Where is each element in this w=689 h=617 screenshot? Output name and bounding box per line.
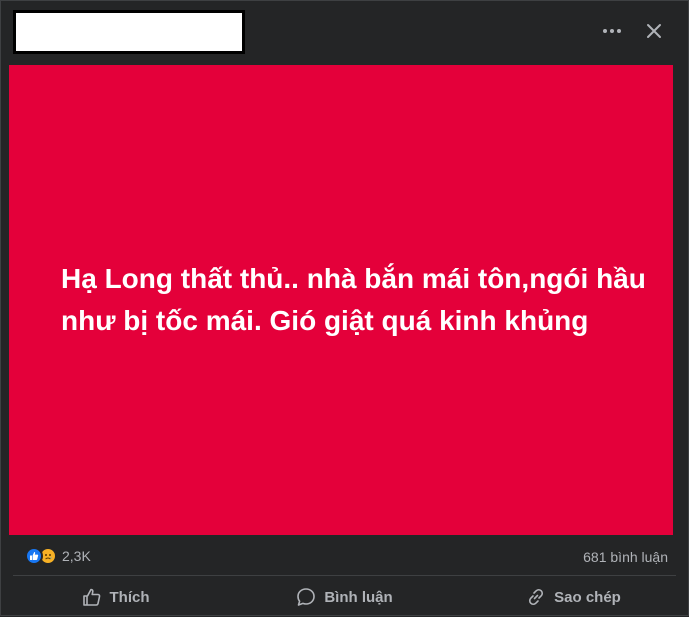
- comment-button[interactable]: Bình luận: [230, 577, 459, 617]
- copy-label: Sao chép: [554, 588, 621, 606]
- more-horizontal-icon[interactable]: [600, 19, 624, 43]
- post-stats: 2,3K 681 bình luận: [1, 541, 688, 571]
- comment-label: Bình luận: [324, 588, 393, 606]
- comment-bubble-icon: [296, 587, 316, 607]
- copy-link-button[interactable]: Sao chép: [459, 577, 688, 617]
- post-text: Hạ Long thất thủ.. nhà bắn mái tôn,ngói …: [61, 263, 646, 336]
- link-icon: [526, 587, 546, 607]
- header-actions: [600, 19, 666, 43]
- like-icon: [25, 547, 43, 565]
- post-actions-bar: Thích Bình luận Sao chép: [1, 577, 688, 617]
- comment-count-link[interactable]: 681 bình luận: [583, 549, 668, 565]
- reaction-count: 2,3K: [62, 548, 91, 564]
- close-icon[interactable]: [642, 19, 666, 43]
- post-dialog: Hạ Long thất thủ.. nhà bắn mái tôn,ngói …: [0, 0, 689, 616]
- thumbs-up-icon: [82, 587, 102, 607]
- actions-divider: [13, 575, 676, 576]
- like-label: Thích: [109, 588, 150, 606]
- like-button[interactable]: Thích: [1, 577, 230, 617]
- post-content-background: Hạ Long thất thủ.. nhà bắn mái tôn,ngói …: [9, 65, 673, 535]
- redacted-author-box: [13, 10, 245, 54]
- post-header: [1, 1, 688, 63]
- reactions-summary[interactable]: 2,3K: [25, 547, 91, 565]
